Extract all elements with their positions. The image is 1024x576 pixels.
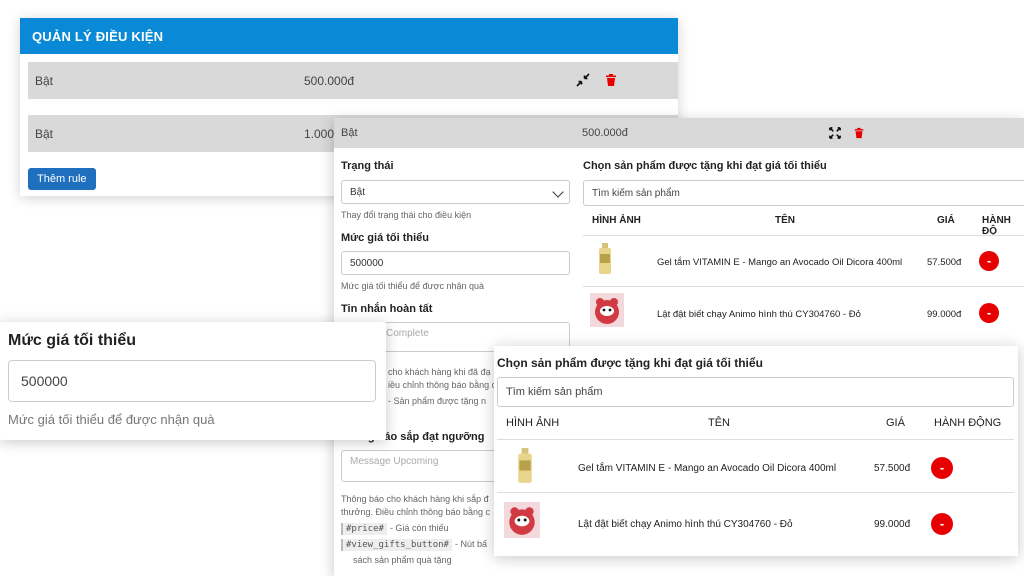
col-image: HÌNH ẢNH [592, 215, 641, 226]
product-name: Lật đật biết chạy Animo hình thú CY30476… [657, 309, 861, 320]
min-price-input[interactable]: 500000 [8, 360, 376, 402]
rule-status: Bật [35, 74, 54, 88]
complete-help: - Sản phẩm được tặng n [388, 396, 486, 406]
status-help: Thay đổi trạng thái cho điều kiện [341, 210, 472, 220]
product-price: 99.000đ [927, 309, 962, 320]
remove-product-button[interactable]: - [979, 251, 999, 271]
table-divider [583, 235, 1024, 236]
upcoming-help: Thông báo cho khách hàng khi sắp đ [341, 494, 489, 504]
gifts-tag-help: #view_gifts_button# - Nút bấ [341, 539, 487, 551]
chevron-down-icon [552, 186, 564, 198]
product-price: 57.500đ [927, 257, 962, 268]
col-action: HÀNH ĐỘ [982, 215, 1011, 237]
compress-arrows-icon[interactable] [576, 73, 590, 87]
product-image [518, 448, 532, 483]
col-name: TÊN [708, 417, 730, 429]
remove-product-button[interactable]: - [979, 303, 999, 323]
min-price-label: Mức giá tối thiểu [8, 332, 137, 349]
min-price-help: Mức giá tối thiểu để được nhận quà [8, 412, 215, 427]
min-price-zoom-panel: Mức giá tối thiểu 500000 Mức giá tối thi… [0, 322, 386, 440]
complete-message-label: Tin nhắn hoàn tất [341, 303, 433, 315]
expand-arrows-icon[interactable] [829, 127, 841, 139]
product-price: 99.000đ [874, 519, 911, 530]
product-search-input[interactable]: Tìm kiếm sản phẩm [497, 377, 1014, 407]
complete-help: cho khách hàng khi đã đạ [388, 367, 491, 377]
rule-row[interactable]: Bật 500.000đ [28, 62, 678, 99]
status-label: Trạng thái [341, 160, 394, 172]
product-image [590, 293, 624, 327]
complete-help: iều chỉnh thông báo bằng c [388, 380, 497, 390]
remove-product-button[interactable]: - [931, 457, 953, 479]
rule-detail-bar[interactable]: Bật 500.000đ [334, 118, 1024, 148]
status-select[interactable]: Bật [341, 180, 570, 204]
product-name: Gel tắm VITAMIN E - Mango an Avocado Oil… [578, 463, 837, 474]
rule-status: Bật [341, 127, 358, 139]
product-image [599, 243, 611, 274]
rule-status: Bật [35, 127, 54, 141]
col-name: TÊN [775, 215, 795, 226]
price-tag-help: #price# - Giá còn thiếu [341, 523, 449, 535]
gifts-tag-desc: sách sản phẩm quà tặng [353, 555, 452, 565]
add-rule-button[interactable]: Thêm rule [28, 168, 96, 190]
col-action: HÀNH ĐỘNG [934, 417, 1002, 429]
gift-products-label: Chọn sản phẩm được tặng khi đạt giá tối … [497, 356, 763, 370]
price-tag: #price# [341, 523, 387, 535]
upcoming-help: thưởng. Điều chỉnh thông báo bằng c [341, 507, 491, 517]
gift-products-label: Chọn sản phẩm được tặng khi đạt giá tối … [583, 160, 827, 172]
rule-price: 500.000đ [582, 127, 628, 139]
manager-title: QUẢN LÝ ĐIỀU KIỆN [20, 18, 678, 54]
trash-icon[interactable] [853, 127, 865, 139]
gifts-tag-desc: - Nút bấ [454, 539, 487, 549]
status-select-value: Bật [350, 186, 366, 198]
table-divider [497, 492, 1014, 493]
gift-products-zoom-panel: Chọn sản phẩm được tặng khi đạt giá tối … [494, 346, 1018, 556]
min-price-label: Mức giá tối thiểu [341, 232, 430, 244]
remove-product-button[interactable]: - [931, 513, 953, 535]
col-image: HÌNH ẢNH [506, 417, 560, 429]
product-name: Gel tắm VITAMIN E - Mango an Avocado Oil… [657, 257, 903, 268]
product-search-input[interactable]: Tìm kiếm sản phẩm [583, 180, 1024, 206]
gifts-tag: #view_gifts_button# [341, 539, 452, 551]
col-price: GIÁ [886, 417, 905, 429]
product-image [504, 502, 540, 538]
min-price-input[interactable]: 500000 [341, 251, 570, 275]
col-price: GIÁ [937, 215, 955, 226]
product-name: Lật đật biết chạy Animo hình thú CY30476… [578, 519, 793, 530]
min-price-help: Mức giá tối thiểu để được nhận quà [341, 281, 485, 291]
price-tag-desc: - Giá còn thiếu [389, 523, 449, 533]
trash-icon[interactable] [604, 73, 618, 87]
table-divider [583, 286, 1024, 287]
table-divider [497, 439, 1014, 440]
product-price: 57.500đ [874, 463, 911, 474]
rule-price: 500.000đ [304, 74, 355, 88]
